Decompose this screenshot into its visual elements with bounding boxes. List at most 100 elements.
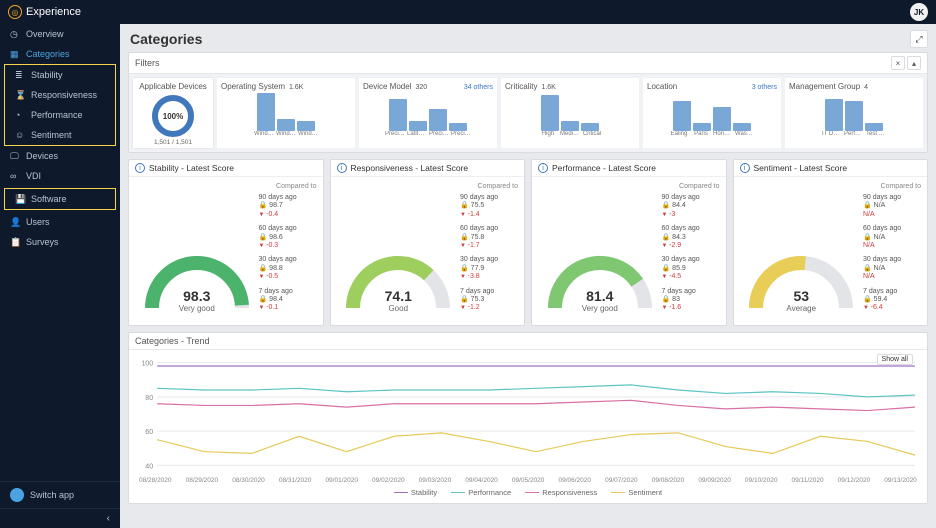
filter-bar [561,121,579,131]
filter-bar [825,99,843,131]
brand-text: Experience [26,6,81,18]
user-icon: 👤 [10,217,20,227]
sidebar-item-label: Devices [26,151,58,161]
sidebar-item-label: Sentiment [31,130,72,140]
filter-bar [449,123,467,131]
filter-bar [257,93,275,131]
card-title: Performance - Latest Score [552,163,656,173]
sidebar-item-devices[interactable]: 🖵 Devices [0,146,120,166]
link-icon: ∞ [10,171,20,181]
filter-bar [429,109,447,131]
sidebar-item-overview[interactable]: ◷ Overview [0,24,120,44]
sidebar-item-users[interactable]: 👤 Users [0,212,120,232]
sidebar-item-label: VDI [26,171,41,181]
main: Categories ⤢ Filters × ▴ Applicable Devi… [120,24,936,528]
card-title: Responsiveness - Latest Score [351,163,469,173]
donut-icon: 100% [152,95,194,137]
gauge: 53Average [740,183,864,319]
svg-text:60: 60 [145,429,153,436]
monitor-icon: 🖵 [10,151,20,161]
score-card: i Responsiveness - Latest Score 74.1GoodCo… [330,159,526,326]
speedometer-icon: ◷ [10,29,20,39]
switch-label: Switch app [30,490,74,500]
sidebar-item-label: Categories [26,49,70,59]
info-icon[interactable]: i [740,163,750,173]
info-icon[interactable]: i [538,163,548,173]
gauge: 74.1Good [337,183,461,319]
sidebar-item-categories[interactable]: ▦Categories [0,44,120,64]
disk-icon: 💾 [15,194,25,204]
sidebar-item-surveys[interactable]: 📋Surveys [0,232,120,252]
sidebar-item-performance[interactable]: ◔ Performance [5,105,115,125]
filter-bar [845,101,863,131]
sidebar-item-software[interactable]: 💾 Software [5,189,115,209]
sidebar-item-label: Performance [31,110,83,120]
filters-collapse-button[interactable]: ▴ [907,56,921,70]
filter-bar [297,121,315,131]
filter-others-link[interactable]: 34 others [464,84,493,91]
smile-icon: ☺ [15,130,25,140]
score-card: i Stability - Latest Score 98.3Very goodCo… [128,159,324,326]
filter-bar [541,95,559,131]
trend-panel: Categories - Trend Show all 406080100 08… [128,332,928,504]
filters-title: Filters [135,58,160,68]
filter-device-model[interactable]: Device Model32034 othersPrecision Tower … [359,78,497,148]
filter-bar [733,123,751,131]
filter-others-link[interactable]: 3 others [752,84,777,91]
card-title: Sentiment - Latest Score [754,163,848,173]
sidebar-item-responsiveness[interactable]: ⌛Responsiveness [5,85,115,105]
compare-list: Compared to90 days agoN/AN/A60 days agoN… [863,183,921,319]
filter-bar [713,107,731,131]
legend-sentiment[interactable]: Sentiment [611,488,662,497]
sidebar-item-sentiment[interactable]: ☺ Sentiment [5,125,115,145]
svg-text:80: 80 [145,395,153,402]
info-icon[interactable]: i [337,163,347,173]
trend-legend: Stability Performance Responsiveness Sen… [135,486,921,501]
filters-close-button[interactable]: × [891,56,905,70]
filters-panel: Filters × ▴ Applicable Devices100%1,501 … [128,52,928,153]
legend-responsiveness[interactable]: Responsiveness [525,488,597,497]
show-all-button[interactable]: Show all [877,354,913,365]
info-icon[interactable]: i [135,163,145,173]
filter-bar [673,101,691,131]
trend-title: Categories - Trend [135,336,210,346]
page-title: Categories [130,31,202,47]
card-title: Stability - Latest Score [149,163,234,173]
svg-text:40: 40 [145,463,153,470]
sidebar-item-label: Overview [26,29,64,39]
compare-list: Compared to90 days ago75.5-1.460 days ag… [460,183,518,319]
filter-bar [409,121,427,131]
filter-location[interactable]: Location3 othersEalingParisHong kongWash… [643,78,781,148]
legend-performance[interactable]: Performance [451,488,511,497]
compare-list: Compared to90 days ago84.4-360 days ago8… [662,183,720,319]
legend-stability[interactable]: Stability [394,488,437,497]
switch-avatar-icon [10,488,24,502]
filter-operating-system[interactable]: Operating System1.6KWindows 10 Enterpris… [217,78,355,148]
trend-chart: 406080100 [135,354,921,474]
gauge-icon: ◔ [15,110,25,120]
filter-applicable-devices[interactable]: Applicable Devices100%1,501 / 1,501 [133,78,213,148]
gauge: 81.4Very good [538,183,662,319]
filter-bar [581,123,599,131]
brand-icon: ◎ [8,5,22,19]
score-card: i Sentiment - Latest Score 53AverageCompar… [733,159,929,326]
sidebar-item-label: Software [31,194,67,204]
brand: ◎ Experience [8,5,81,19]
filter-criticality[interactable]: Criticality1.6KHighMediumCritical [501,78,639,148]
compare-list: Compared to90 days ago98.7-0.460 days ag… [259,183,317,319]
sidebar-item-label: Responsiveness [31,90,97,100]
filter-bar [277,119,295,131]
bars-icon: ≣ [15,70,25,80]
filter-bar [693,123,711,131]
avatar[interactable]: JK [910,3,928,21]
score-card: i Performance - Latest Score 81.4Very good… [531,159,727,326]
sidebar-item-vdi[interactable]: ∞ VDI [0,166,120,186]
filter-management-group[interactable]: Management Group4IT DevicesPerformance G… [785,78,923,148]
sidebar-item-stability[interactable]: ≣Stability [5,65,115,85]
gauge: 98.3Very good [135,183,259,319]
sidebar-item-label: Users [26,217,50,227]
filter-bar [865,123,883,131]
expand-button[interactable]: ⤢ [910,30,928,48]
collapse-sidebar[interactable]: ‹ [0,508,120,528]
switch-app[interactable]: Switch app [0,481,120,508]
